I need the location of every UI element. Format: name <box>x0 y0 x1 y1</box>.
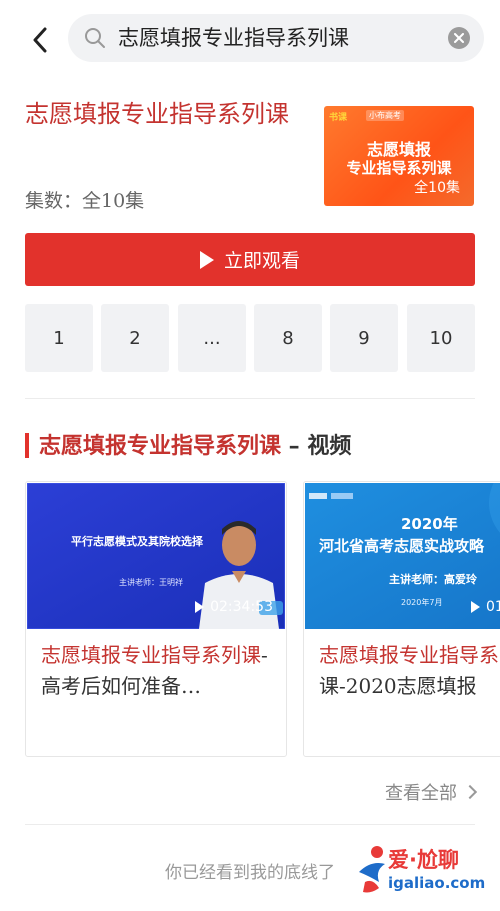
watermark-url: igaliao.com <box>388 874 486 892</box>
close-icon <box>454 33 464 43</box>
play-icon <box>471 601 480 613</box>
episode-selector: 1 2 ... 8 9 10 <box>25 304 475 372</box>
clear-search-button[interactable] <box>448 27 470 49</box>
episode-button-9[interactable]: 9 <box>330 304 398 372</box>
episode-button-ellipsis[interactable]: ... <box>178 304 246 372</box>
video-title-rest: 课-2020志愿填报 <box>319 674 477 698</box>
video-duration-text: 02:34:53 <box>210 599 273 615</box>
see-all-link[interactable]: 查看全部 <box>385 779 478 805</box>
watermark-logo-icon <box>359 846 385 893</box>
play-icon <box>199 250 214 269</box>
divider <box>25 824 475 825</box>
chevron-right-icon <box>462 784 478 800</box>
thumbnail-heading: 河北省高考志愿实战攻略 <box>319 537 485 555</box>
watch-now-label: 立即观看 <box>223 250 300 272</box>
thumbnail-heading: 平行志愿模式及其院校选择 <box>71 535 203 548</box>
video-duration: 02:34:53 <box>195 599 273 615</box>
thumbnail-line2: 专业指导系列课 <box>346 159 452 177</box>
watch-now-button[interactable]: 立即观看 <box>25 233 475 286</box>
thumbnail-line3: 全10集 <box>414 180 460 196</box>
video-duration: 01 <box>471 599 500 615</box>
episode-button-10[interactable]: 10 <box>407 304 475 372</box>
thumbnail-logo-secondary: 小布高考 <box>366 110 404 121</box>
video-title-highlight: 志愿填报专业指导系 <box>319 643 499 667</box>
thumbnail-date: 2020年7月 <box>401 598 443 607</box>
section-marker <box>25 433 29 458</box>
thumbnail-teacher: 主讲老师：王明祥 <box>119 578 183 587</box>
video-title: 志愿填报专业指导系列课-高考后如何准备… <box>41 640 281 702</box>
video-card[interactable]: 2020年 河北省高考志愿实战攻略 主讲老师：高爱玲 2020年7月 01 志愿… <box>303 481 500 757</box>
episode-button-8[interactable]: 8 <box>254 304 322 372</box>
video-thumbnail: 2020年 河北省高考志愿实战攻略 主讲老师：高爱玲 2020年7月 01 <box>305 483 500 629</box>
video-title: 志愿填报专业指导系课-2020志愿填报 <box>319 640 500 702</box>
thumbnail-logo: 书课 <box>329 113 348 123</box>
video-carousel[interactable]: 平行志愿模式及其院校选择 主讲老师：王明祥 02:34:53 志愿填报专业指导系… <box>25 481 500 759</box>
video-card[interactable]: 平行志愿模式及其院校选择 主讲老师：王明祥 02:34:53 志愿填报专业指导系… <box>25 481 287 757</box>
search-icon <box>85 28 105 48</box>
episode-button-1[interactable]: 1 <box>25 304 93 372</box>
watermark-text: 爱·尬聊 <box>388 848 459 872</box>
divider <box>25 398 475 399</box>
thumbnail-year: 2020年 <box>401 515 458 533</box>
site-watermark: 爱·尬聊 igaliao.com <box>355 840 500 900</box>
search-input[interactable]: 志愿填报专业指导系列课 <box>68 14 484 62</box>
search-header: 志愿填报专业指导系列课 <box>0 12 500 68</box>
video-duration-text: 01 <box>486 599 500 615</box>
thumbnail-teacher: 主讲老师：高爱玲 <box>389 573 477 586</box>
play-icon <box>195 601 205 613</box>
course-title: 志愿填报专业指导系列课 <box>25 100 289 128</box>
section-title-main: 志愿填报专业指导系列课 <box>39 433 282 459</box>
video-title-highlight: 志愿填报专业指导系列课 <box>41 643 261 667</box>
status-bar <box>0 0 500 8</box>
search-query-text: 志愿填报专业指导系列课 <box>118 26 349 50</box>
episode-button-2[interactable]: 2 <box>101 304 169 372</box>
course-thumbnail[interactable]: 书课 小布高考 志愿填报 专业指导系列课 全10集 <box>324 106 474 206</box>
chevron-left-icon <box>33 27 47 53</box>
episode-count: 集数：全10集 <box>25 190 145 212</box>
see-all-label: 查看全部 <box>385 783 457 804</box>
back-button[interactable] <box>22 22 58 58</box>
video-thumbnail: 平行志愿模式及其院校选择 主讲老师：王明祥 02:34:53 <box>27 483 285 629</box>
section-title: 志愿填报专业指导系列课 – 视频 <box>39 428 351 460</box>
section-title-suffix: – 视频 <box>281 433 352 459</box>
